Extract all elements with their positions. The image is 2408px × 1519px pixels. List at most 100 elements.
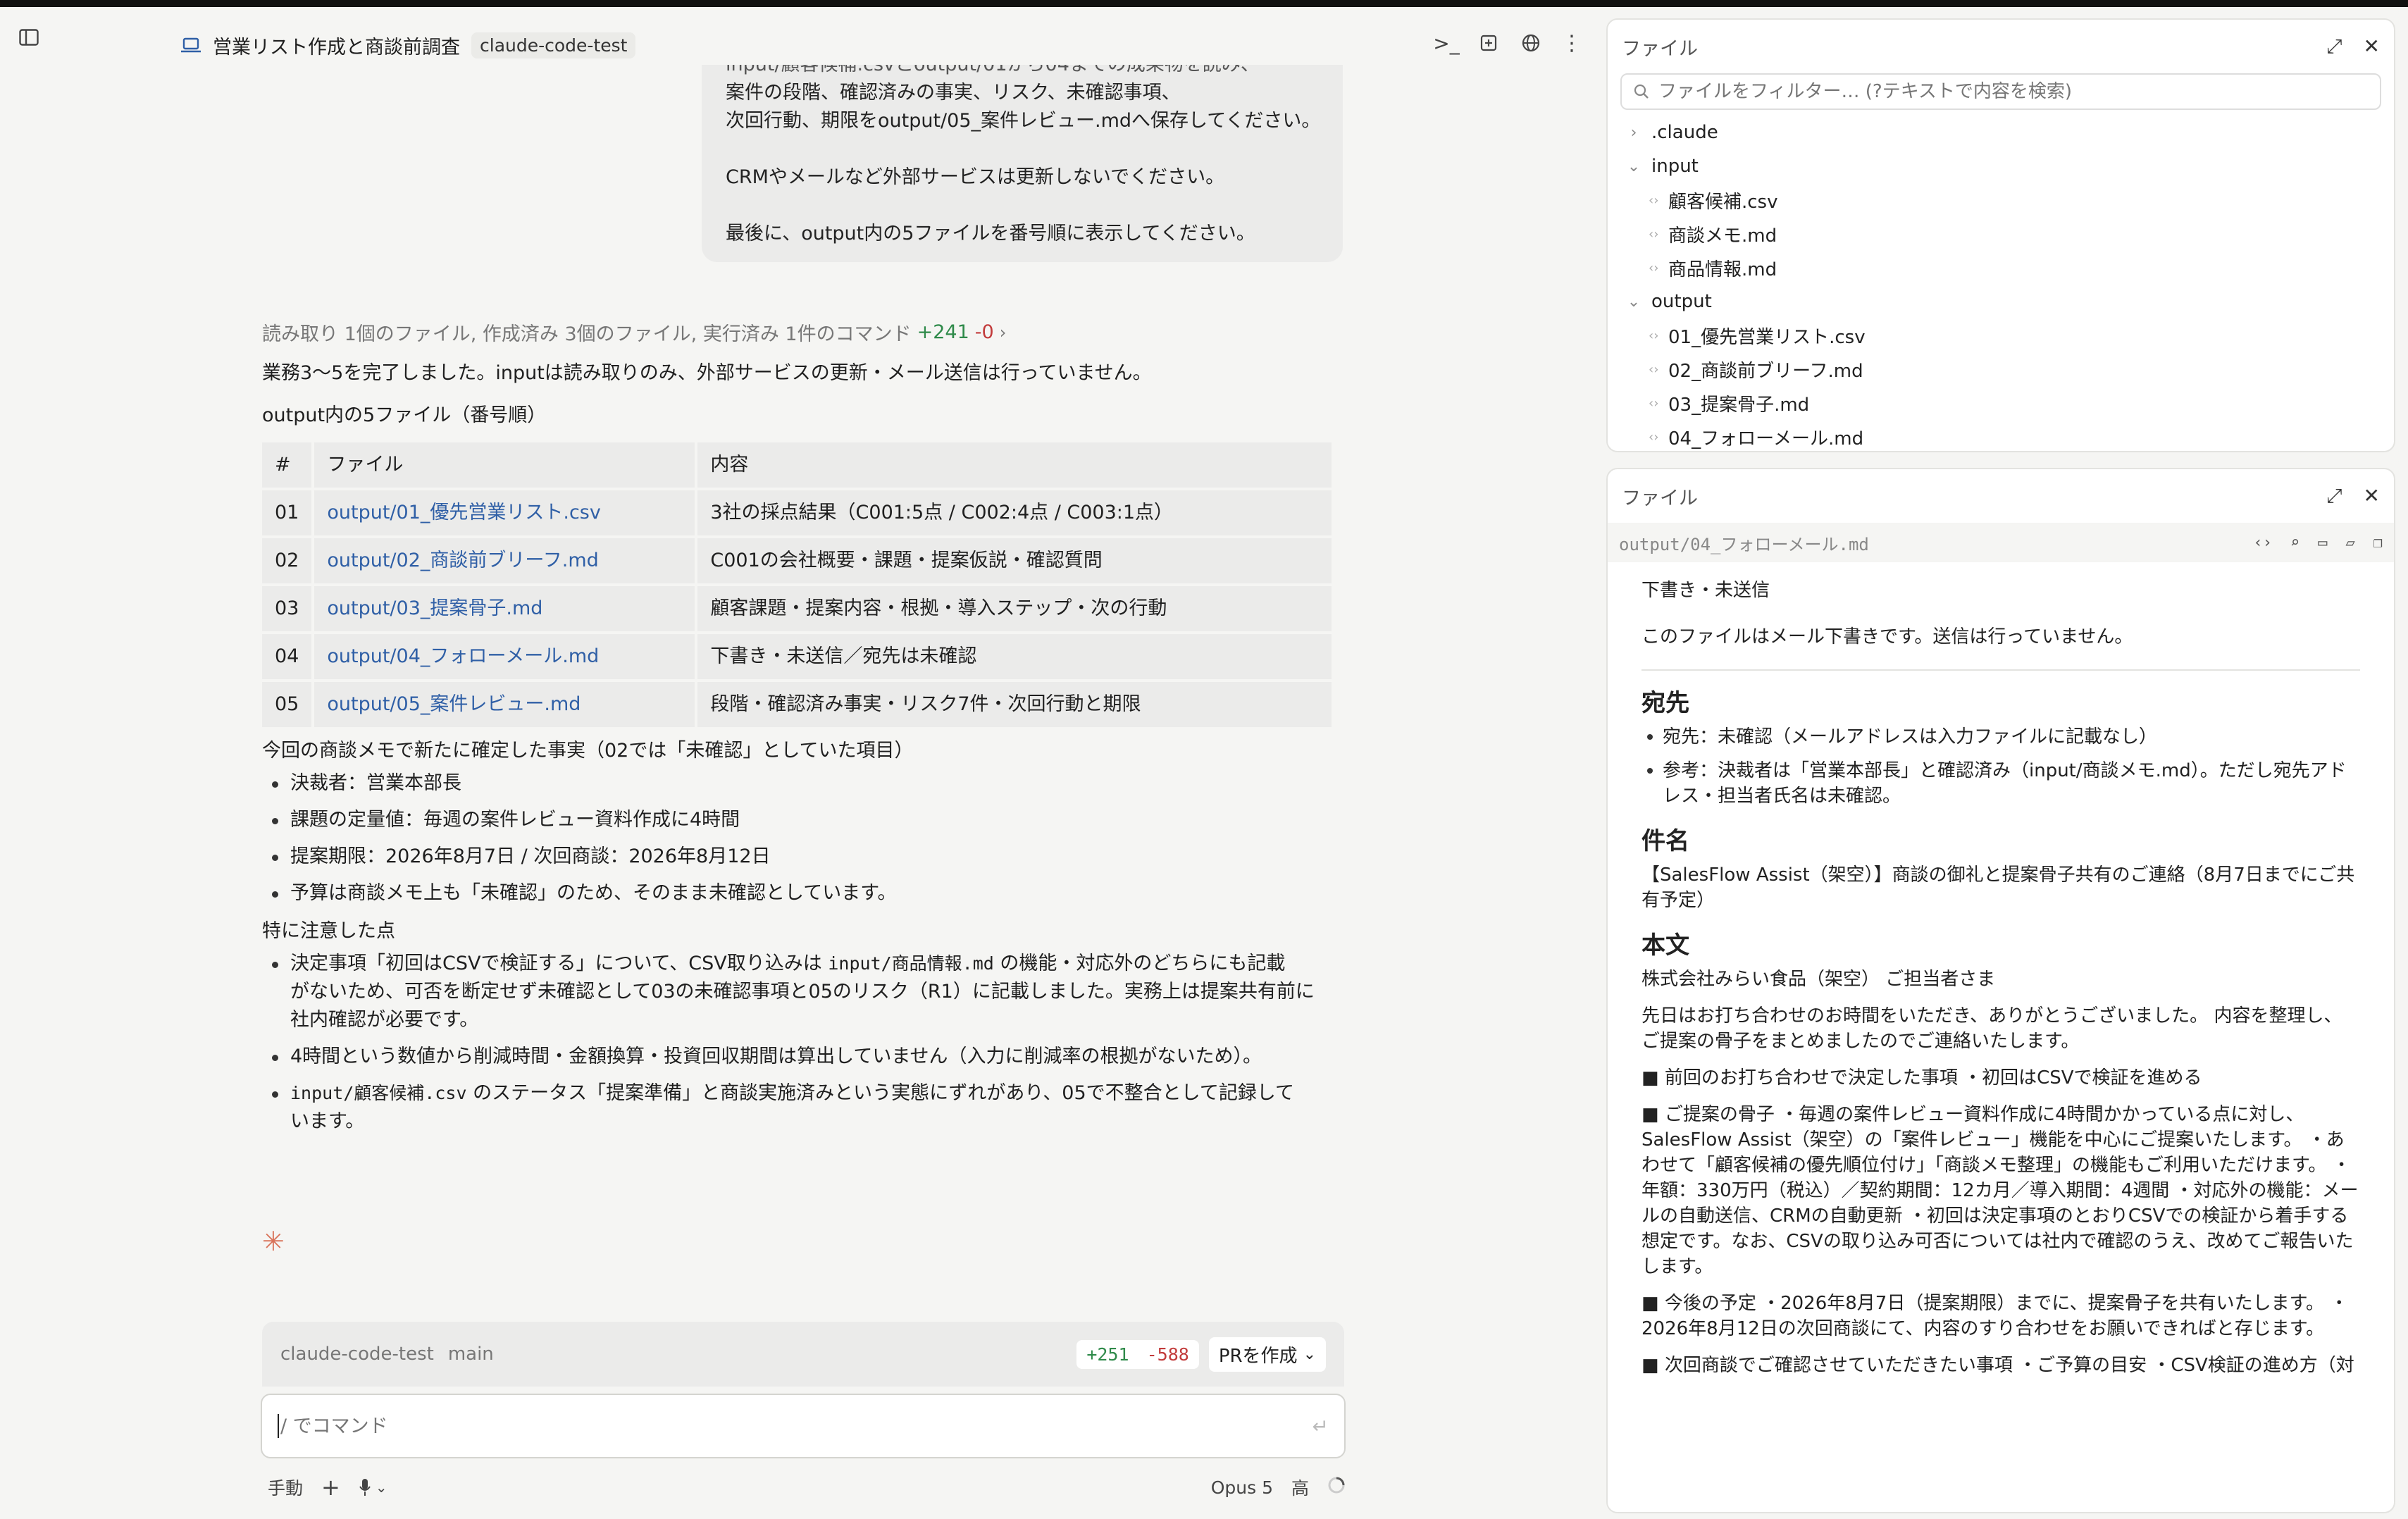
table-cell-desc: 顧客課題・提案内容・根拠・導入ステップ・次の行動 — [697, 586, 1332, 631]
body-paragraph: 先日はお打ち合わせのお時間をいただき、ありがとうございました。 内容を整理し、ご… — [1641, 1005, 2342, 1052]
composer[interactable]: ↵ — [261, 1394, 1346, 1458]
diff-stat[interactable]: +251 -588 — [1076, 1339, 1199, 1369]
viewer-panel-header: ファイル ⤢ ✕ — [1608, 469, 2394, 523]
code-file-icon: ‹› — [1649, 361, 1659, 377]
tree-file[interactable]: ‹› 03_提案骨子.md — [1608, 386, 2394, 420]
search-icon[interactable]: ⌕ — [2290, 534, 2300, 552]
page-title: 営業リスト作成と商談前調査 — [213, 36, 460, 58]
file-link[interactable]: output/01_優先営業リスト.csv — [314, 490, 695, 535]
file-filter[interactable] — [1620, 73, 2381, 110]
code-view-icon[interactable]: ‹› — [2254, 534, 2273, 552]
chat-header: 営業リスト作成と商談前調査 claude-code-test >_ ⋮ — [0, 7, 1592, 68]
files-panel-header: ファイル ⤢ ✕ — [1608, 20, 2394, 73]
markdown-preview: 下書き・未送信 このファイルはメール下書きです。送信は行っていません。 宛先 宛… — [1608, 562, 2394, 1378]
chat-title-group: 営業リスト作成と商談前調査 claude-code-test — [180, 31, 636, 59]
tree-folder-claude[interactable]: › .claude — [1608, 116, 2394, 149]
user-message-line: input/顧客候補.csvとoutput/01から04までの成果物を読み、 — [726, 65, 1319, 79]
code-file-icon: ‹› — [1649, 429, 1659, 445]
to-list: 宛先：未確認（メールアドレスは入力ファイルに記載なし） 参考：決裁者は「営業本部… — [1641, 724, 2360, 809]
open-folder-icon[interactable]: ▱ — [2346, 534, 2355, 552]
copy-icon[interactable]: ❐ — [2373, 534, 2383, 552]
user-message-line: 案件の段階、確認済みの事実、リスク、未確認事項、 — [726, 82, 1181, 104]
table-row: 02 output/02_商談前ブリーフ.md C001の会社概要・課題・提案仮… — [262, 538, 1332, 583]
code-file-icon: ‹› — [1649, 328, 1659, 343]
list-item: 決裁者：営業本部長 — [262, 769, 1347, 798]
more-menu-icon[interactable]: ⋮ — [1560, 31, 1584, 56]
globe-icon[interactable] — [1519, 31, 1543, 55]
claude-spark-icon: ✳ — [262, 1226, 285, 1257]
table-cell-desc: 段階・確認済み事実・リスク7件・次回行動と期限 — [697, 682, 1332, 727]
files-panel: ファイル ⤢ ✕ › .claude ⌄ input ‹› 顧客候補.csv ‹… — [1606, 18, 2395, 452]
chevron-down-icon: ⌄ — [1627, 292, 1641, 311]
sidebar-toggle-icon[interactable] — [17, 25, 41, 49]
create-pr-button[interactable]: PRを作成 ⌄ — [1208, 1337, 1326, 1372]
user-message-line: 最後に、output内の5ファイルを番号順に表示してください。 — [726, 223, 1255, 244]
expand-icon[interactable]: ⤢ — [2326, 484, 2342, 508]
file-link[interactable]: output/04_フォローメール.md — [314, 634, 695, 679]
file-tree: › .claude ⌄ input ‹› 顧客候補.csv ‹› 商談メモ.md… — [1608, 110, 2394, 451]
panel-add-icon[interactable] — [1477, 31, 1501, 55]
tree-folder-input[interactable]: ⌄ input — [1608, 149, 2394, 183]
assistant-intro: 業務3〜5を完了しました。inputは読み取りのみ、外部サービスの更新・メール送… — [262, 362, 1152, 384]
file-filter-input[interactable] — [1658, 81, 2369, 102]
tree-folder-output[interactable]: ⌄ output — [1608, 285, 2394, 318]
body-paragraph: ■ 今後の予定 ・2026年8月7日（提案期限）までに、提案骨子を共有いたします… — [1641, 1293, 2349, 1339]
folder-icon[interactable]: ▭ — [2318, 534, 2327, 552]
enter-icon[interactable]: ↵ — [1312, 1415, 1329, 1438]
table-header-cell: 内容 — [697, 442, 1332, 488]
repo-badge: claude-code-test — [471, 32, 636, 58]
tree-file[interactable]: ‹› 商品情報.md — [1608, 251, 2394, 285]
branch-bar: claude-code-test main +251 -588 PRを作成 ⌄ — [262, 1322, 1344, 1387]
chevron-down-icon: ⌄ — [1627, 157, 1641, 175]
close-icon[interactable]: ✕ — [2364, 484, 2380, 508]
microphone-icon[interactable]: ⌄ — [359, 1478, 387, 1496]
table-cell-number: 03 — [262, 586, 312, 631]
text-caret — [278, 1414, 279, 1438]
user-message-line: 次回行動、期限をoutput/05_案件レビュー.mdへ保存してください。 — [726, 110, 1321, 132]
body-paragraph: ■ 前回のお打ち合わせで決定した事項 ・初回はCSVで検証を進める — [1641, 1067, 2202, 1089]
window-top-border — [0, 0, 2408, 7]
expand-icon[interactable]: ⤢ — [2326, 35, 2342, 58]
tree-file[interactable]: ‹› 商談メモ.md — [1608, 217, 2394, 251]
code-file-icon: ‹› — [1649, 395, 1659, 411]
table-cell-desc: 3社の採点結果（C001:5点 / C002:4点 / C003:1点） — [697, 490, 1332, 535]
list-item: 参考：決裁者は「営業本部長」と確認済み（input/商談メモ.md）。ただし宛先… — [1641, 758, 2360, 809]
code-file-icon: ‹› — [1649, 192, 1659, 208]
inline-code: input/顧客候補.csv — [290, 1083, 467, 1103]
body-paragraph: 株式会社みらい食品（架空） ご担当者さま — [1641, 969, 1996, 990]
add-attachment-button[interactable]: + — [321, 1474, 340, 1501]
file-link[interactable]: output/03_提案骨子.md — [314, 586, 695, 631]
tree-file[interactable]: ‹› 01_優先営業リスト.csv — [1608, 318, 2394, 352]
file-viewer-panel: ファイル ⤢ ✕ output/04_フォローメール.md ‹› ⌕ ▭ ▱ ❐… — [1606, 468, 2395, 1513]
table-cell-number: 02 — [262, 538, 312, 583]
heading-subject: 件名 — [1641, 827, 1689, 855]
terminal-icon[interactable]: >_ — [1433, 31, 1459, 55]
facts-list: 決裁者：営業本部長 課題の定量値：毎週の案件レビュー資料作成に4時間 提案期限：… — [262, 769, 1347, 907]
summary-deletions: -0 — [974, 321, 994, 343]
user-message-bubble: input/顧客候補.csvとoutput/01から04までの成果物を読み、 案… — [702, 65, 1343, 262]
panel-title: ファイル — [1622, 37, 1698, 60]
table-row: 05 output/05_案件レビュー.md 段階・確認済み事実・リスク7件・次… — [262, 682, 1332, 727]
list-item: 4時間という数値から削減時間・金額換算・投資回収期間は算出していません（入力に削… — [262, 1043, 1347, 1071]
mode-selector[interactable]: 手動 — [268, 1475, 303, 1500]
tree-file[interactable]: ‹› 02_商談前ブリーフ.md — [1608, 352, 2394, 386]
list-item: 予算は商談メモ上も「未確認」のため、そのまま未確認としています。 — [262, 879, 1347, 907]
file-link[interactable]: output/05_案件レビュー.md — [314, 682, 695, 727]
tree-file[interactable]: ‹› 04_フォローメール.md — [1608, 420, 2394, 451]
file-link[interactable]: output/02_商談前ブリーフ.md — [314, 538, 695, 583]
table-cell-number: 01 — [262, 490, 312, 535]
table-header-cell: ファイル — [314, 442, 695, 488]
list-item: 決定事項「初回はCSVで検証する」について、CSV取り込みは input/商品情… — [262, 950, 1347, 1034]
chevron-down-icon: ⌄ — [375, 1479, 387, 1496]
subject-text: 【SalesFlow Assist（架空）】商談の御礼と提案骨子共有のご連絡（8… — [1641, 864, 2355, 911]
laptop-icon — [181, 37, 201, 53]
composer-input[interactable] — [280, 1415, 1312, 1437]
tree-file[interactable]: ‹› 顧客候補.csv — [1608, 183, 2394, 217]
table-header-row: # ファイル 内容 — [262, 442, 1332, 488]
close-icon[interactable]: ✕ — [2364, 35, 2380, 58]
list-item: input/顧客候補.csv のステータス「提案準備」と商談実施済みという実態に… — [262, 1079, 1347, 1136]
effort-selector[interactable]: 高 — [1291, 1475, 1309, 1500]
model-selector[interactable]: Opus 5 — [1211, 1477, 1273, 1498]
tool-summary[interactable]: 読み取り 1個のファイル, 作成済み 3個のファイル, 実行済み 1件のコマンド… — [262, 318, 1006, 346]
draft-note: このファイルはメール下書きです。送信は行っていません。 — [1641, 626, 2133, 647]
